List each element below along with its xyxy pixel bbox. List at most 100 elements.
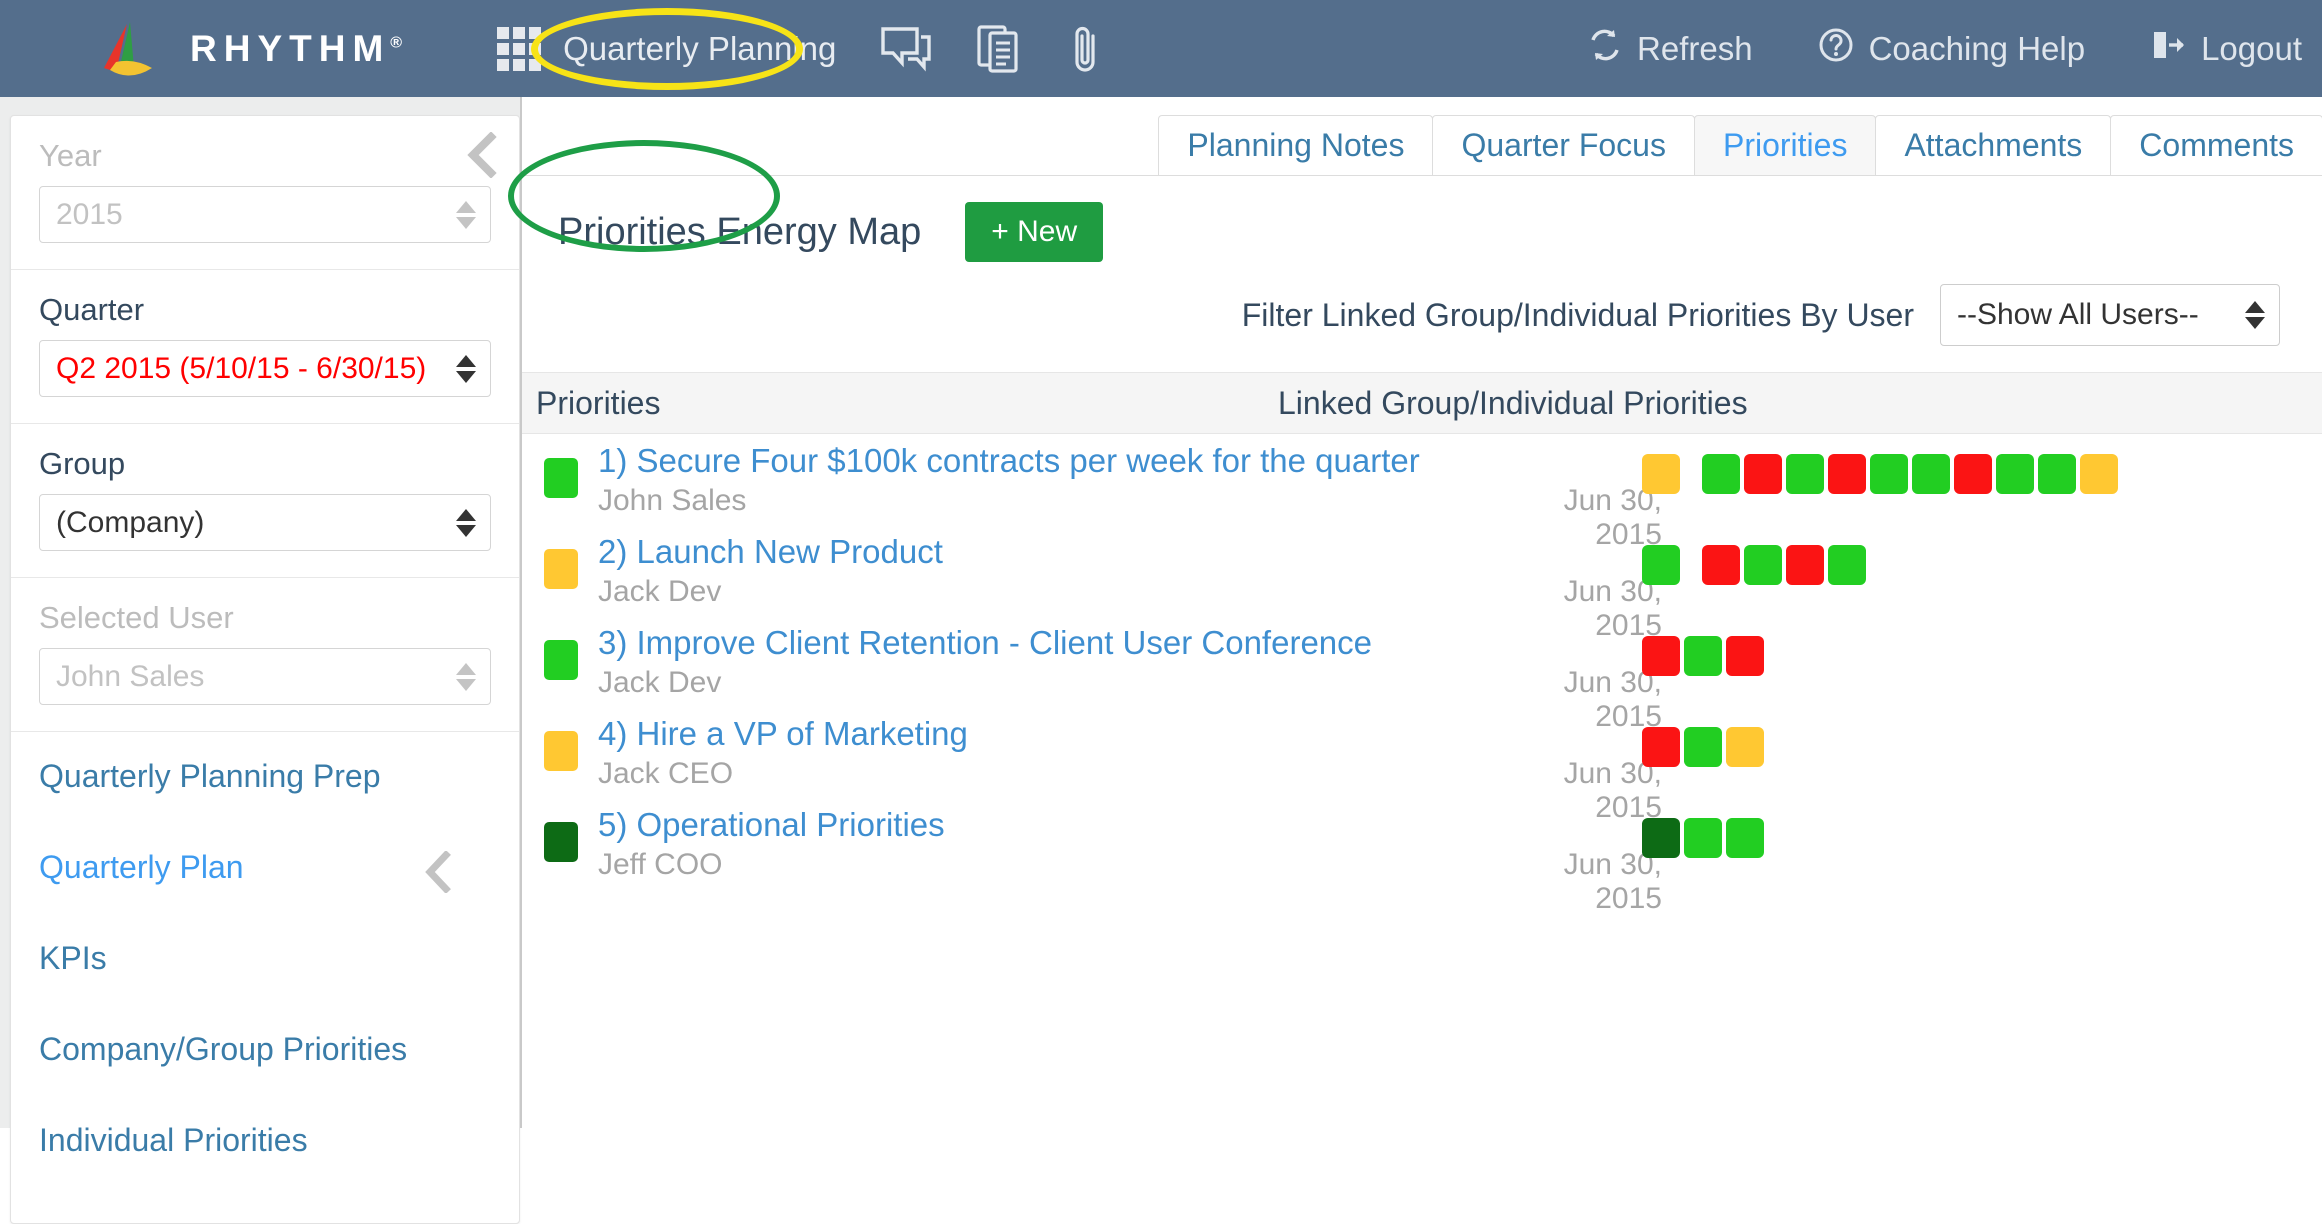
sidebar-collapse-icon[interactable] bbox=[465, 132, 499, 178]
linked-priority-chip[interactable] bbox=[1642, 636, 1680, 676]
filter-stepper-icon[interactable] bbox=[2245, 301, 2265, 329]
sidebar-item-label: Quarterly Planning Prep bbox=[39, 758, 381, 794]
linked-priority-chip[interactable] bbox=[1726, 727, 1764, 767]
year-value: 2015 bbox=[56, 197, 123, 231]
refresh-button[interactable]: Refresh bbox=[1587, 27, 1753, 71]
linked-priority-chip[interactable] bbox=[1786, 454, 1824, 494]
table-row[interactable]: 3) Improve Client Retention - Client Use… bbox=[522, 624, 2322, 733]
linked-priority-chip[interactable] bbox=[1744, 454, 1782, 494]
linked-priority-chip[interactable] bbox=[1702, 545, 1740, 585]
sidebar-item-label: Company/Group Priorities bbox=[39, 1031, 408, 1067]
chat-bubble-icon[interactable] bbox=[880, 26, 932, 72]
rhythm-triangle-logo-icon bbox=[96, 18, 164, 80]
linked-priority-chip[interactable] bbox=[1996, 454, 2034, 494]
filter-label: Filter Linked Group/Individual Prioritie… bbox=[1241, 296, 1914, 333]
linked-priority-chip[interactable] bbox=[1642, 727, 1680, 767]
table-row[interactable]: 5) Operational Priorities Jeff COO Jun 30,… bbox=[522, 806, 2322, 915]
table-row[interactable]: 1) Secure Four $100k contracts per week … bbox=[522, 442, 2322, 551]
selected-user-select[interactable]: John Sales bbox=[39, 648, 491, 705]
tab-priorities[interactable]: Priorities bbox=[1693, 115, 1877, 175]
header-actions: Refresh Coaching Help Logout bbox=[1523, 26, 2302, 72]
group-value: (Company) bbox=[56, 505, 205, 539]
linked-priority-chip[interactable] bbox=[1702, 454, 1740, 494]
coaching-help-button[interactable]: Coaching Help bbox=[1817, 26, 2085, 72]
filter-user-value: --Show All Users-- bbox=[1957, 298, 2199, 331]
copy-documents-icon[interactable] bbox=[976, 23, 1024, 75]
linked-priority-chip[interactable] bbox=[1954, 454, 1992, 494]
sidebar-item-quarterly-plan[interactable]: Quarterly Plan bbox=[39, 849, 491, 894]
linked-priority-chip[interactable] bbox=[1828, 545, 1866, 585]
quarter-value: Q2 2015 (5/10/15 - 6/30/15) bbox=[56, 351, 427, 385]
left-sidebar: Year 2015 Quarter Q2 2015 (5/10/15 - 6/3… bbox=[0, 97, 520, 1224]
table-row[interactable]: 2) Launch New Product Jack Dev Jun 30, 201… bbox=[522, 533, 2322, 642]
linked-priority-chip[interactable] bbox=[1744, 545, 1782, 585]
linked-priority-chip[interactable] bbox=[1726, 636, 1764, 676]
year-label: Year bbox=[39, 138, 102, 173]
sidebar-navigation: Quarterly Planning Prep Quarterly Plan K… bbox=[11, 732, 519, 1223]
priority-owner: Jeff COO bbox=[598, 848, 723, 881]
linked-priority-chip[interactable] bbox=[2080, 454, 2118, 494]
linked-priority-chip[interactable] bbox=[1726, 818, 1764, 858]
linked-priorities-chips bbox=[1642, 818, 1768, 858]
year-select[interactable]: 2015 bbox=[39, 186, 491, 243]
table-column-headers: Priorities Linked Group/Individual Prior… bbox=[522, 372, 2322, 434]
priority-title-link[interactable]: 4) Hire a VP of Marketing bbox=[598, 715, 968, 753]
linked-priority-chip[interactable] bbox=[1870, 454, 1908, 494]
filter-user-select[interactable]: --Show All Users-- bbox=[1940, 284, 2280, 346]
linked-priority-chip[interactable] bbox=[1684, 727, 1722, 767]
tab-attachments[interactable]: Attachments bbox=[1875, 115, 2112, 175]
tab-label: Attachments bbox=[1904, 127, 2083, 163]
linked-priority-chip[interactable] bbox=[1786, 545, 1824, 585]
question-circle-icon bbox=[1817, 26, 1855, 72]
tab-quarter-focus[interactable]: Quarter Focus bbox=[1432, 115, 1695, 175]
content-tabs: Planning Notes Quarter Focus Priorities … bbox=[522, 97, 2322, 176]
app-label-wrapper[interactable]: Quarterly Planning bbox=[531, 7, 836, 90]
table-row[interactable]: 4) Hire a VP of Marketing Jack CEO Jun 30,… bbox=[522, 715, 2322, 824]
linked-priorities-chips bbox=[1642, 454, 2122, 494]
quarter-stepper-icon[interactable] bbox=[456, 354, 476, 383]
sidebar-item-quarterly-planning-prep[interactable]: Quarterly Planning Prep bbox=[39, 758, 491, 795]
linked-priority-chip[interactable] bbox=[1684, 818, 1722, 858]
selected-user-stepper-icon[interactable] bbox=[456, 662, 476, 691]
priority-status-square bbox=[544, 549, 578, 589]
tab-planning-notes[interactable]: Planning Notes bbox=[1158, 115, 1434, 175]
sidebar-item-company-group-priorities[interactable]: Company/Group Priorities bbox=[39, 1031, 491, 1068]
linked-priority-chip[interactable] bbox=[1684, 636, 1722, 676]
chevron-left-icon[interactable] bbox=[423, 850, 453, 901]
year-stepper-icon[interactable] bbox=[456, 200, 476, 229]
priority-title-link[interactable]: 3) Improve Client Retention - Client Use… bbox=[598, 624, 1372, 662]
priority-title-link[interactable]: 2) Launch New Product bbox=[598, 533, 943, 571]
linked-priority-chip[interactable] bbox=[1828, 454, 1866, 494]
brand-text: RHYTHM bbox=[190, 27, 391, 69]
paperclip-icon[interactable] bbox=[1068, 22, 1104, 76]
priority-title-link[interactable]: 5) Operational Priorities bbox=[598, 806, 945, 844]
priority-title-link[interactable]: 1) Secure Four $100k contracts per week … bbox=[598, 442, 1420, 480]
sidebar-item-label: Quarterly Plan bbox=[39, 849, 244, 885]
new-priority-button[interactable]: + New bbox=[965, 202, 1104, 262]
linked-priority-chip[interactable] bbox=[2038, 454, 2076, 494]
coaching-help-label: Coaching Help bbox=[1868, 29, 2086, 67]
linked-priorities-chips bbox=[1642, 636, 1768, 676]
logout-icon bbox=[2149, 26, 2187, 72]
grid-apps-icon[interactable] bbox=[497, 26, 542, 71]
linked-priority-chip[interactable] bbox=[1642, 454, 1680, 494]
priority-status-square bbox=[544, 731, 578, 771]
main-content: Planning Notes Quarter Focus Priorities … bbox=[508, 97, 2322, 1128]
priority-owner: John Sales bbox=[598, 484, 747, 517]
tab-comments[interactable]: Comments bbox=[2110, 115, 2322, 175]
logout-button[interactable]: Logout bbox=[2149, 26, 2302, 72]
top-header-bar: RHYTHM® Quarterly Planning Refresh Coach… bbox=[0, 0, 2322, 97]
linked-priority-chip[interactable] bbox=[1642, 818, 1680, 858]
sidebar-item-kpis[interactable]: KPIs bbox=[39, 940, 491, 977]
quarter-select[interactable]: Q2 2015 (5/10/15 - 6/30/15) bbox=[39, 340, 491, 397]
group-stepper-icon[interactable] bbox=[456, 508, 476, 537]
linked-priority-chip[interactable] bbox=[1912, 454, 1950, 494]
tab-label: Planning Notes bbox=[1187, 127, 1405, 163]
linked-priority-chip[interactable] bbox=[1642, 545, 1680, 585]
group-select[interactable]: (Company) bbox=[39, 494, 491, 551]
brand-logo[interactable]: RHYTHM® bbox=[96, 18, 402, 80]
page-title-row: Priorities Energy Map + New bbox=[508, 140, 2322, 262]
linked-priorities-chips bbox=[1642, 727, 1768, 767]
selected-user-label: Selected User bbox=[39, 600, 234, 635]
quarter-section: Quarter Q2 2015 (5/10/15 - 6/30/15) bbox=[11, 270, 519, 424]
